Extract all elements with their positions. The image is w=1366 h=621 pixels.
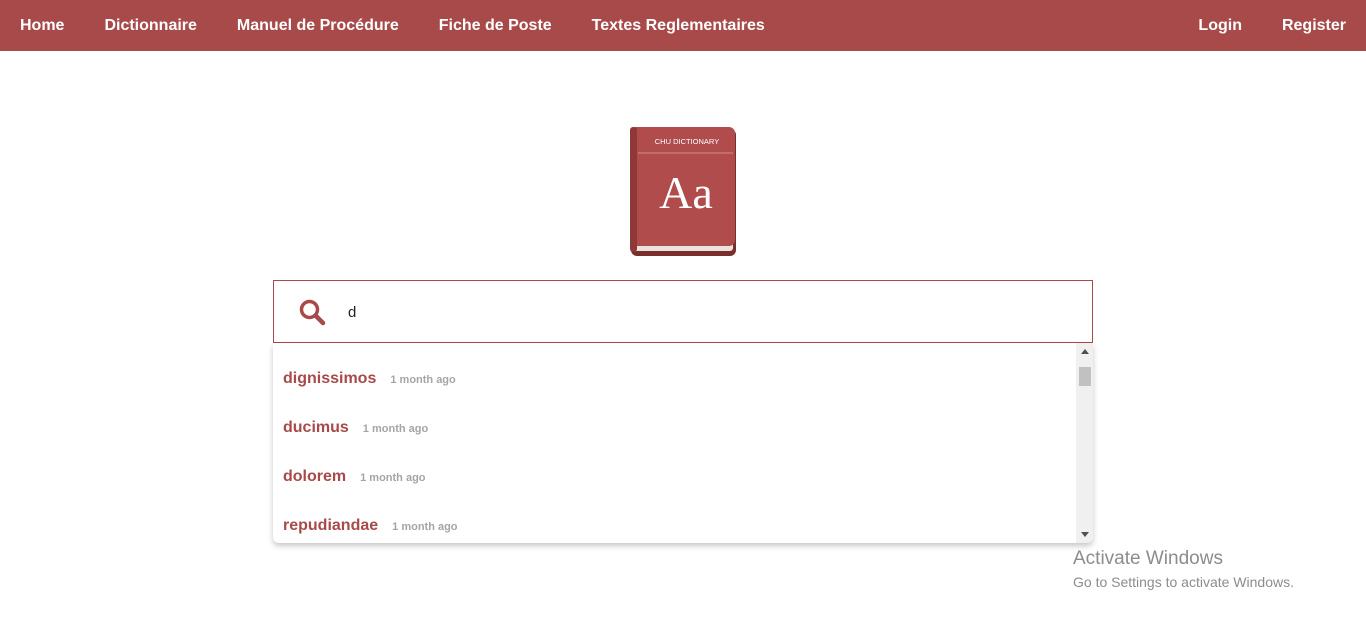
nav-register-link[interactable]: Register xyxy=(1282,0,1346,51)
nav-fiche-link[interactable]: Fiche de Poste xyxy=(439,0,552,51)
scroll-down-arrow-icon[interactable] xyxy=(1076,526,1093,543)
logo-letters-text: Aa xyxy=(659,167,713,218)
nav-login-link[interactable]: Login xyxy=(1198,0,1242,51)
suggestion-word: repudiandae xyxy=(283,517,379,534)
suggestion-item[interactable]: dolorem 1 month ago xyxy=(283,468,426,486)
suggestion-time: 1 month ago xyxy=(392,521,458,533)
search-icon[interactable] xyxy=(298,298,326,326)
search-input[interactable] xyxy=(348,297,1068,327)
top-navbar: Home Dictionnaire Manuel de Procédure Fi… xyxy=(0,0,1366,51)
activation-subtitle: Go to Settings to activate Windows. xyxy=(1073,574,1294,590)
scroll-thumb[interactable] xyxy=(1079,367,1091,386)
suggestion-time: 1 month ago xyxy=(360,472,426,484)
suggestions-dropdown: dignissimos 1 month ago ducimus 1 month … xyxy=(273,343,1093,543)
logo-header-text: CHU DICTIONARY xyxy=(655,137,719,146)
nav-left-group: Home Dictionnaire Manuel de Procédure Fi… xyxy=(0,0,765,51)
suggestion-item[interactable]: repudiandae 1 month ago xyxy=(283,517,458,535)
suggestions-list: dignissimos 1 month ago ducimus 1 month … xyxy=(273,343,1076,543)
dropdown-scrollbar[interactable] xyxy=(1076,343,1093,543)
nav-textes-link[interactable]: Textes Reglementaires xyxy=(592,0,765,51)
suggestion-word: ducimus xyxy=(283,419,349,436)
nav-home-link[interactable]: Home xyxy=(20,0,64,51)
search-box xyxy=(273,280,1093,343)
suggestion-word: dignissimos xyxy=(283,370,377,387)
suggestion-time: 1 month ago xyxy=(390,374,456,386)
windows-activation-watermark: Activate Windows Go to Settings to activ… xyxy=(1073,548,1294,592)
suggestion-time: 1 month ago xyxy=(362,423,429,435)
nav-manuel-link[interactable]: Manuel de Procédure xyxy=(237,0,399,51)
suggestion-item[interactable]: dignissimos 1 month ago xyxy=(283,370,456,388)
suggestion-word: dolorem xyxy=(283,468,347,485)
activation-title: Activate Windows xyxy=(1073,548,1223,569)
suggestion-item[interactable]: ducimus 1 month ago xyxy=(283,419,428,437)
nav-right-group: Login Register xyxy=(1158,0,1366,51)
dictionary-book-logo: CHU DICTIONARY Aa xyxy=(630,127,736,256)
nav-dictionnaire-link[interactable]: Dictionnaire xyxy=(104,0,196,51)
scroll-up-arrow-icon[interactable] xyxy=(1076,343,1093,360)
